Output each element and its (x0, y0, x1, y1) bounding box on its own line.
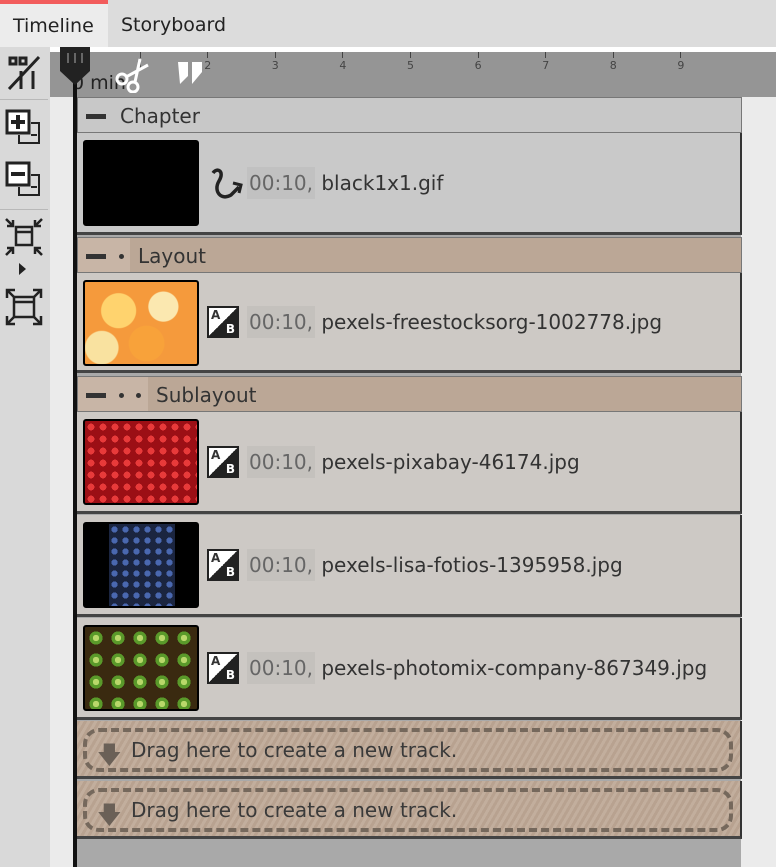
clip-black1x1[interactable]: 00:10, black1x1.gif (77, 133, 742, 235)
ruler-tick-label: 5 (407, 59, 414, 72)
drop-zone-label: Drag here to create a new track. (131, 798, 458, 822)
new-track-drop-zone[interactable]: 🡇 Drag here to create a new track. (77, 721, 742, 779)
sublayout-label: Sublayout (156, 383, 257, 407)
clip-lisa-fotios[interactable]: A B 00:10, pexels-lisa-fotios-1395958.jpg (77, 515, 742, 617)
ruler-tick (545, 52, 547, 58)
collapse-minus-icon[interactable] (86, 393, 106, 398)
layout-label: Layout (138, 244, 206, 268)
auto-fit-button[interactable] (4, 51, 44, 95)
ruler-tick (342, 52, 344, 58)
add-track-icon (5, 109, 40, 144)
tab-storyboard[interactable]: Storyboard (108, 0, 239, 47)
track-list: Chapter 00:10, black1x1.gif Layout A B 00:… (76, 97, 742, 867)
collapse-minus-icon[interactable] (86, 114, 106, 119)
ruler-tick-label: 4 (339, 59, 347, 72)
clip-duration: 00:10, (247, 166, 315, 199)
expand-button[interactable] (4, 285, 44, 329)
clip-thumbnail (83, 419, 199, 505)
clip-thumbnail (83, 140, 199, 226)
ruler-tick (274, 52, 276, 58)
collapse-minus-icon[interactable] (86, 254, 106, 259)
ruler-tick-label: 3 (271, 59, 279, 72)
clip-name: pexels-pixabay-46174.jpg (321, 449, 580, 474)
transition-ab-icon: AB (207, 651, 239, 684)
ruler-tick-label: 6 (474, 59, 482, 72)
transition-ab-icon: AB (207, 548, 239, 581)
tab-timeline[interactable]: Timeline (0, 0, 108, 47)
expand-menu-arrow-icon[interactable] (19, 263, 26, 275)
clip-photomix[interactable]: A B 00:10, pexels-photomix-company-867349.… (77, 618, 742, 720)
expand-icon (5, 288, 43, 326)
clip-name: black1x1.gif (321, 170, 444, 195)
clip-duration: 00:10, (247, 305, 315, 338)
clip-name: pexels-photomix-company-867349.jpg (321, 655, 708, 680)
remove-track-icon (5, 161, 40, 196)
add-track-button[interactable] (4, 105, 44, 149)
ruler-tick-label: 8 (609, 59, 617, 72)
timeline-area: 123456789 0 min Chapter 00:10, black1x1.… (50, 47, 776, 867)
chapter-label: Chapter (120, 104, 200, 128)
remove-track-button[interactable] (4, 157, 44, 201)
transition-ab-icon: AB (207, 445, 239, 478)
arrow-down-icon: 🡇 (97, 801, 122, 829)
clip-duration: 00:10, (247, 651, 315, 684)
ruler-tick (612, 52, 614, 58)
left-toolbar (0, 47, 50, 867)
ruler-tick (410, 52, 411, 58)
collapse-icon (5, 218, 43, 256)
transition-ab-icon: AB (207, 305, 239, 338)
sublayout-header[interactable]: Sublayout (77, 376, 742, 412)
ruler-tick (207, 52, 209, 58)
clip-thumbnail (83, 522, 199, 608)
new-track-drop-zone[interactable]: 🡇 Drag here to create a new track. (77, 781, 742, 839)
clip-name: pexels-lisa-fotios-1395958.jpg (321, 552, 623, 577)
clip-duration: 00:10, (247, 445, 315, 478)
playhead-handle-icon[interactable] (58, 47, 92, 87)
clip-thumbnail (83, 625, 199, 711)
layout-header[interactable]: Layout (77, 237, 742, 273)
motion-path-icon (211, 168, 243, 198)
ruler-tick-label: 7 (542, 59, 550, 72)
ruler-tick (680, 52, 682, 58)
clip-thumbnail (83, 280, 199, 366)
clip-pixabay[interactable]: A B 00:10, pexels-pixabay-46174.jpg (77, 412, 742, 514)
collapse-button[interactable] (4, 215, 44, 259)
playhead[interactable] (73, 50, 77, 867)
clip-freestocksorg[interactable]: A B 00:10, pexels-freestocksorg-1002778.jp… (77, 273, 742, 373)
ruler-tick (477, 52, 479, 58)
marker-icon[interactable] (176, 60, 206, 86)
clip-duration: 00:10, (247, 548, 315, 581)
tab-bar: Timeline Storyboard (0, 0, 776, 47)
scissors-icon[interactable] (114, 57, 150, 93)
chapter-header[interactable]: Chapter (77, 97, 742, 133)
drop-zone-label: Drag here to create a new track. (131, 738, 458, 762)
auto-fit-icon (7, 55, 41, 91)
ruler-tick-label: 9 (677, 59, 685, 72)
arrow-down-icon: 🡇 (97, 741, 122, 769)
time-ruler[interactable]: 123456789 0 min (50, 52, 776, 97)
clip-name: pexels-freestocksorg-1002778.jpg (321, 309, 663, 334)
